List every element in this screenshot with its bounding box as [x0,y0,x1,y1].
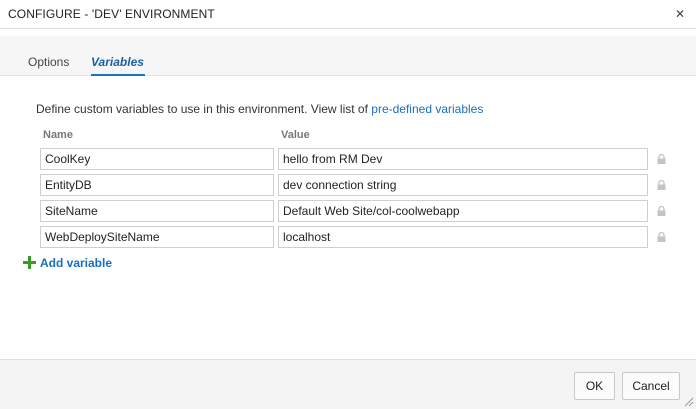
tab-selected-indicator [91,74,145,76]
value-column-header: Value [281,129,310,141]
dialog-footer: OK Cancel [0,359,696,409]
variable-row [40,174,680,196]
lock-icon[interactable] [657,180,666,190]
variable-name-input[interactable] [40,148,274,170]
variable-row [40,148,680,170]
lock-icon[interactable] [657,206,666,216]
dialog-titlebar: CONFIGURE - 'DEV' ENVIRONMENT ✕ [0,0,696,29]
ok-button[interactable]: OK [574,372,615,400]
variable-row [40,226,680,248]
variable-row [40,200,680,222]
variable-name-input[interactable] [40,200,274,222]
tab-variables[interactable]: Variables [91,55,144,69]
variable-value-input[interactable] [278,148,648,170]
lock-icon[interactable] [657,232,666,242]
add-variable-button[interactable]: Add variable [23,256,112,270]
description: Define custom variables to use in this e… [36,102,483,116]
resize-grip-icon[interactable] [684,397,694,407]
variable-name-input[interactable] [40,174,274,196]
variables-panel: Define custom variables to use in this e… [0,77,696,359]
dialog-title: CONFIGURE - 'DEV' ENVIRONMENT [8,7,215,21]
close-icon[interactable]: ✕ [672,6,688,22]
variable-value-input[interactable] [278,226,648,248]
variable-value-input[interactable] [278,200,648,222]
lock-icon[interactable] [657,154,666,164]
plus-icon [23,256,36,269]
cancel-button[interactable]: Cancel [622,372,680,400]
description-text: Define custom variables to use in this e… [36,102,372,116]
variable-name-input[interactable] [40,226,274,248]
tab-strip: Options Variables [0,36,696,76]
name-column-header: Name [43,129,73,141]
tab-options[interactable]: Options [28,55,69,69]
variable-value-input[interactable] [278,174,648,196]
predefined-variables-link[interactable]: pre-defined variables [371,102,483,116]
add-variable-label: Add variable [40,256,113,270]
